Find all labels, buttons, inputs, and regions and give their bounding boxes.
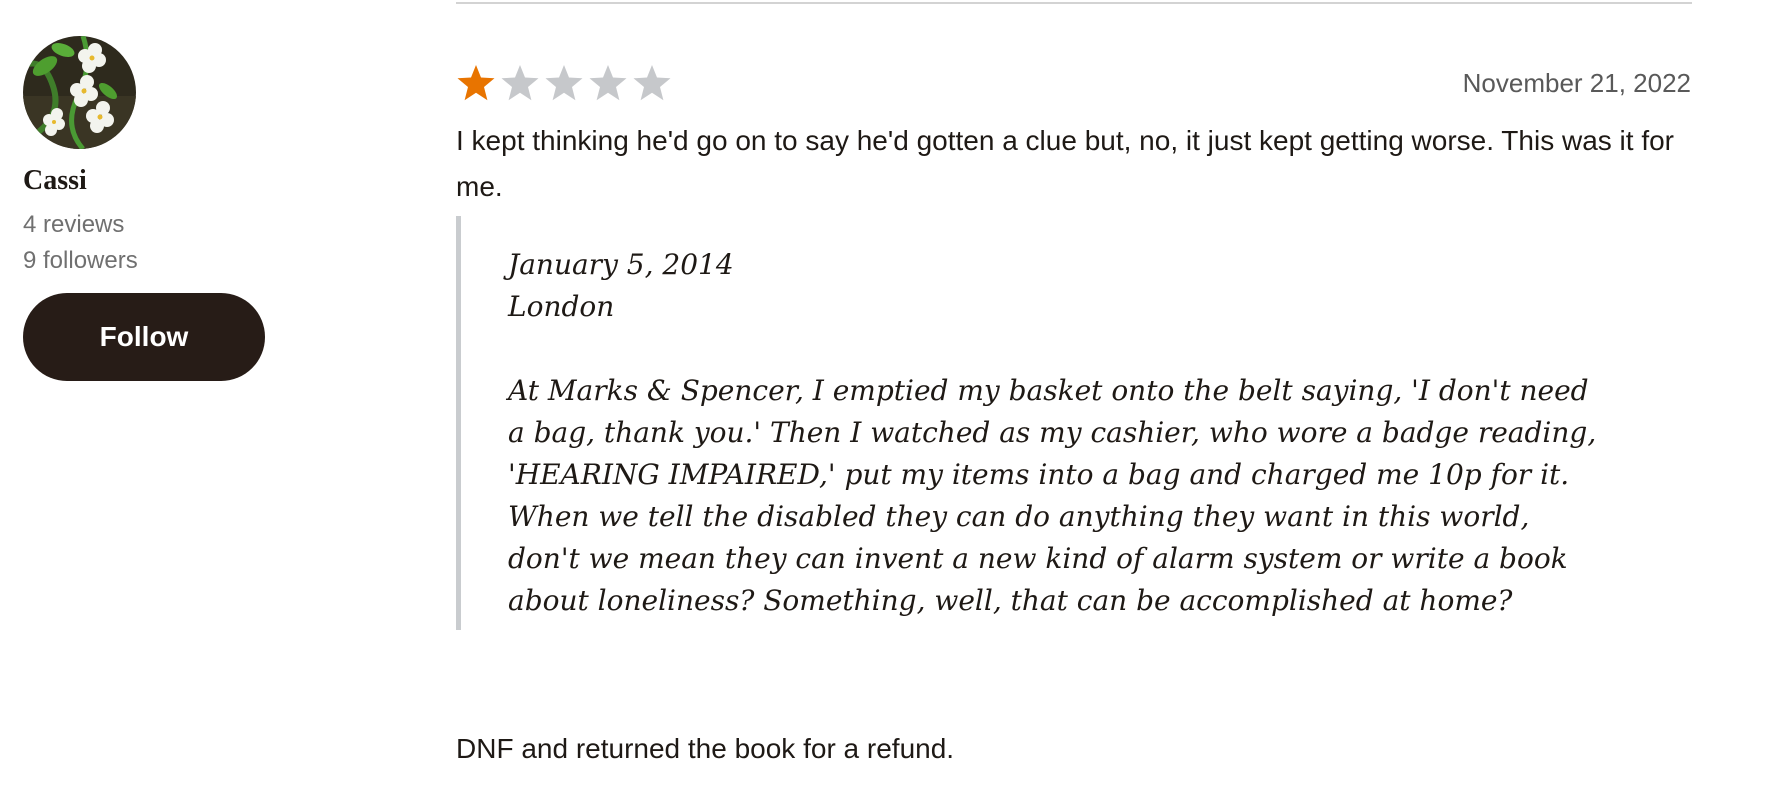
top-divider (456, 2, 1692, 4)
star-empty-icon (500, 63, 540, 103)
reviewer-reviews-count: 4 reviews (23, 211, 125, 238)
flower-photo-avatar-icon (23, 36, 136, 149)
reviewer-followers-count: 9 followers (23, 247, 138, 274)
quote-passage-text: At Marks & Spencer, I emptied my basket … (508, 374, 1597, 617)
review-date[interactable]: November 21, 2022 (1463, 68, 1691, 99)
quote-date-line: January 5, 2014 (508, 248, 734, 281)
star-empty-icon (544, 63, 584, 103)
review-body: I kept thinking he'd go on to say he'd g… (456, 118, 1692, 772)
review-header: November 21, 2022 (456, 60, 1692, 106)
star-filled-icon (456, 63, 496, 103)
quoted-passage: January 5, 2014 London At Marks & Spence… (456, 216, 1648, 630)
review-intro-text: I kept thinking he'd go on to say he'd g… (456, 125, 1674, 202)
star-empty-icon (588, 63, 628, 103)
reviewer-card: Cassi 4 reviews 9 followers Follow (23, 36, 323, 381)
reviewer-name[interactable]: Cassi (23, 165, 323, 197)
review-closing-text: DNF and returned the book for a refund. (456, 733, 955, 764)
follow-button[interactable]: Follow (23, 293, 265, 381)
star-rating (456, 63, 672, 103)
star-empty-icon (632, 63, 672, 103)
quote-place-line: London (508, 290, 615, 323)
review: November 21, 2022 I kept thinking he'd g… (456, 60, 1692, 772)
reviewer-avatar[interactable] (23, 36, 136, 149)
